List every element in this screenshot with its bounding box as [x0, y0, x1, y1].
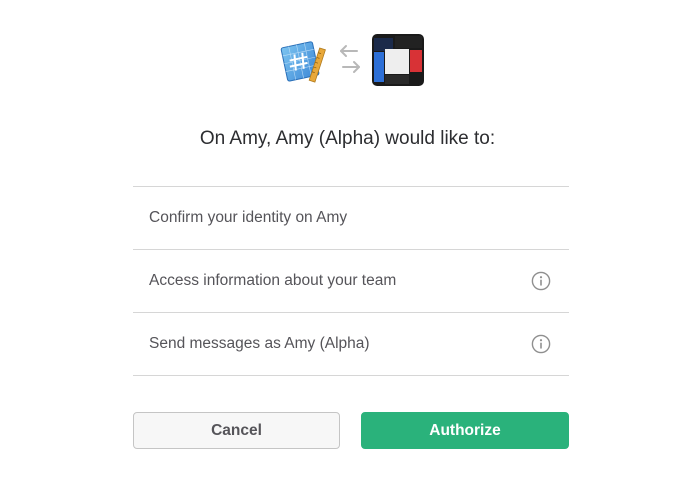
permission-label: Access information about your team: [149, 272, 397, 289]
permission-row-identity: Confirm your identity on Amy: [133, 187, 569, 250]
permission-label: Confirm your identity on Amy: [149, 209, 348, 226]
hashtag-app-icon: [280, 41, 326, 83]
permission-list: Confirm your identity on Amy Access info…: [133, 186, 569, 376]
cancel-button[interactable]: Cancel: [133, 412, 340, 449]
permission-row-team-info: Access information about your team: [133, 250, 569, 313]
permission-row-send-messages: Send messages as Amy (Alpha): [133, 313, 569, 376]
permission-label: Send messages as Amy (Alpha): [149, 335, 370, 352]
app-logos: [0, 32, 695, 88]
swap-arrows-icon: [340, 45, 360, 73]
team-logo-icon: [372, 34, 424, 86]
info-icon[interactable]: [531, 271, 551, 291]
authorize-button[interactable]: Authorize: [361, 412, 569, 449]
info-icon[interactable]: [531, 334, 551, 354]
page-title: On Amy, Amy (Alpha) would like to:: [199, 128, 496, 149]
